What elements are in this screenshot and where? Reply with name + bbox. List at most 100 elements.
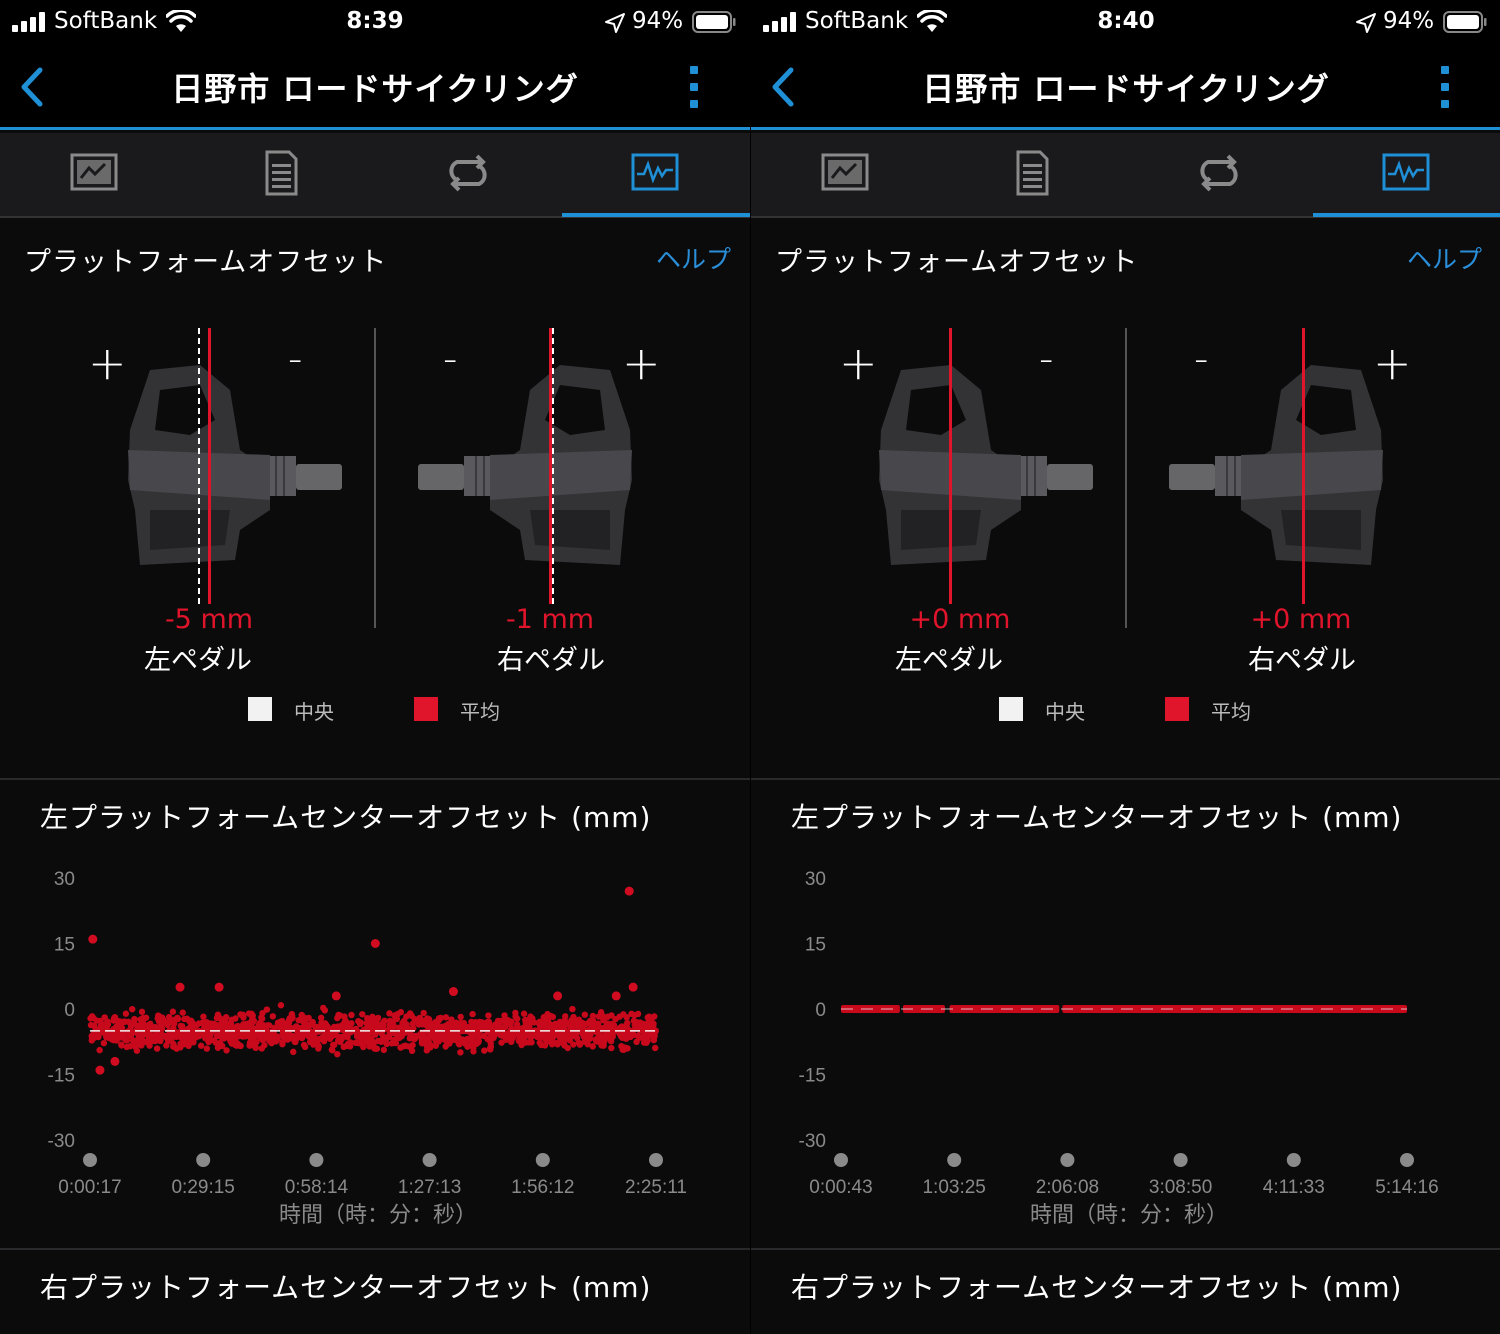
left-center-offset-chart-title: 左プラットフォームセンターオフセット (mm) xyxy=(791,801,1403,834)
offset-data-point xyxy=(599,1014,607,1022)
tab-details[interactable] xyxy=(938,133,1125,218)
vertical-dots-icon[interactable] xyxy=(682,64,706,110)
location-arrow-icon xyxy=(605,13,625,33)
back-chevron-icon[interactable] xyxy=(14,64,50,110)
offset-data-point xyxy=(536,1018,543,1026)
selected-tab-indicator xyxy=(562,213,750,217)
legend-center-swatch xyxy=(248,697,272,721)
x-tick-marker xyxy=(649,1153,663,1167)
offset-data-point xyxy=(110,1035,118,1042)
offset-outlier-point xyxy=(448,987,458,997)
offset-data-point xyxy=(149,1037,156,1044)
right-pedal-label: 右ペダル xyxy=(1248,645,1356,676)
offset-data-point xyxy=(608,1012,615,1019)
pedal-divider xyxy=(374,328,376,628)
offset-data-point xyxy=(258,1045,265,1052)
right-pedal-image xyxy=(418,365,632,565)
screenshot-left: SoftBank 8:39 94% 日野市 ロードサイクリング プラットフォーム… xyxy=(0,0,750,1334)
offset-data-point xyxy=(118,1034,125,1041)
section-title: プラットフォームオフセット xyxy=(24,247,388,278)
left-pedal-center-line xyxy=(198,328,200,604)
offset-data-point xyxy=(248,1010,255,1018)
tab-graphs[interactable] xyxy=(561,133,748,218)
y-tick-label: -30 xyxy=(799,1131,826,1152)
offset-data-point xyxy=(214,1044,222,1051)
offset-data-point xyxy=(596,1034,603,1042)
vertical-dots-icon[interactable] xyxy=(1433,64,1457,110)
left-pedal-image xyxy=(128,365,342,565)
offset-data-point xyxy=(250,1041,257,1049)
offset-data-point xyxy=(158,1014,166,1021)
left-pedal-offset-value: +0 mm xyxy=(909,604,1011,635)
offset-data-point xyxy=(585,1035,592,1042)
offset-data-point xyxy=(608,1020,615,1028)
right-pedal-average-line xyxy=(549,328,552,604)
offset-data-point xyxy=(264,1022,271,1029)
offset-data-point xyxy=(246,1020,254,1028)
offset-data-point xyxy=(442,1014,450,1021)
tab-laps[interactable] xyxy=(1125,133,1312,218)
legend-average-swatch xyxy=(414,697,438,721)
offset-data-point xyxy=(299,1018,307,1025)
y-tick-label: 15 xyxy=(54,935,75,956)
offset-data-point xyxy=(127,1031,134,1038)
x-tick-label: 0:29:15 xyxy=(171,1177,234,1198)
back-chevron-icon[interactable] xyxy=(765,64,801,110)
offset-data-point xyxy=(419,1017,427,1025)
tab-laps[interactable] xyxy=(374,133,561,218)
offset-data-point xyxy=(318,1026,326,1033)
offset-data-point xyxy=(227,1024,235,1031)
offset-outlier-point xyxy=(624,886,634,896)
offset-data-point xyxy=(527,1034,535,1041)
offset-data-point xyxy=(183,1015,191,1022)
tab-details[interactable] xyxy=(187,133,374,218)
help-link[interactable]: ヘルプ xyxy=(656,240,731,276)
offset-data-point xyxy=(430,1023,437,1031)
tab-bar xyxy=(0,133,750,218)
offset-data-point xyxy=(277,1018,285,1025)
y-tick-label: 30 xyxy=(54,869,75,890)
legend-average-swatch xyxy=(1165,697,1189,721)
offset-data-point xyxy=(602,1030,609,1038)
offset-data-point xyxy=(393,1012,400,1019)
help-link[interactable]: ヘルプ xyxy=(1407,240,1482,276)
offset-data-point xyxy=(371,1045,378,1052)
x-tick-marker xyxy=(834,1153,848,1167)
offset-data-point xyxy=(239,1011,247,1019)
offset-data-point xyxy=(470,1044,477,1052)
y-tick-label: -30 xyxy=(48,1131,75,1152)
offset-data-point xyxy=(406,1035,414,1042)
y-tick-label: 15 xyxy=(805,935,826,956)
offset-data-point xyxy=(420,1009,427,1017)
offset-data-point xyxy=(226,1032,234,1040)
offset-data-point xyxy=(608,1044,615,1052)
offset-outlier-point xyxy=(553,991,563,1001)
y-tick-label: 30 xyxy=(805,869,826,890)
offset-data-point xyxy=(584,1041,591,1048)
cellular-signal-icon xyxy=(12,12,45,32)
offset-data-point xyxy=(575,1039,582,1046)
offset-data-point xyxy=(131,1016,138,1023)
offset-data-point xyxy=(279,1039,286,1046)
tab-graphs[interactable] xyxy=(1312,133,1499,218)
tab-summary[interactable] xyxy=(751,133,938,218)
offset-outlier-point xyxy=(95,1065,105,1075)
offset-data-point xyxy=(651,1044,659,1052)
offset-data-point xyxy=(399,1019,406,1027)
offset-data-point xyxy=(409,1041,416,1049)
pedal-divider xyxy=(1125,328,1127,628)
x-tick-marker xyxy=(196,1153,211,1167)
activity-title: 日野市 ロードサイクリング xyxy=(922,70,1330,108)
offset-data-point xyxy=(269,1013,277,1020)
activity-graph-icon xyxy=(631,153,679,191)
left-center-offset-chart-title: 左プラットフォームセンターオフセット (mm) xyxy=(40,801,652,834)
right-center-offset-chart-title: 右プラットフォームセンターオフセット (mm) xyxy=(40,1271,652,1304)
offset-data-point xyxy=(125,1018,132,1026)
offset-data-point xyxy=(521,1032,528,1040)
offset-data-point xyxy=(562,1013,569,1020)
offset-data-point xyxy=(618,1033,625,1040)
tab-summary[interactable] xyxy=(0,133,187,218)
offset-data-point xyxy=(110,1017,118,1024)
offset-data-point xyxy=(171,1043,178,1050)
battery-icon xyxy=(692,11,736,33)
